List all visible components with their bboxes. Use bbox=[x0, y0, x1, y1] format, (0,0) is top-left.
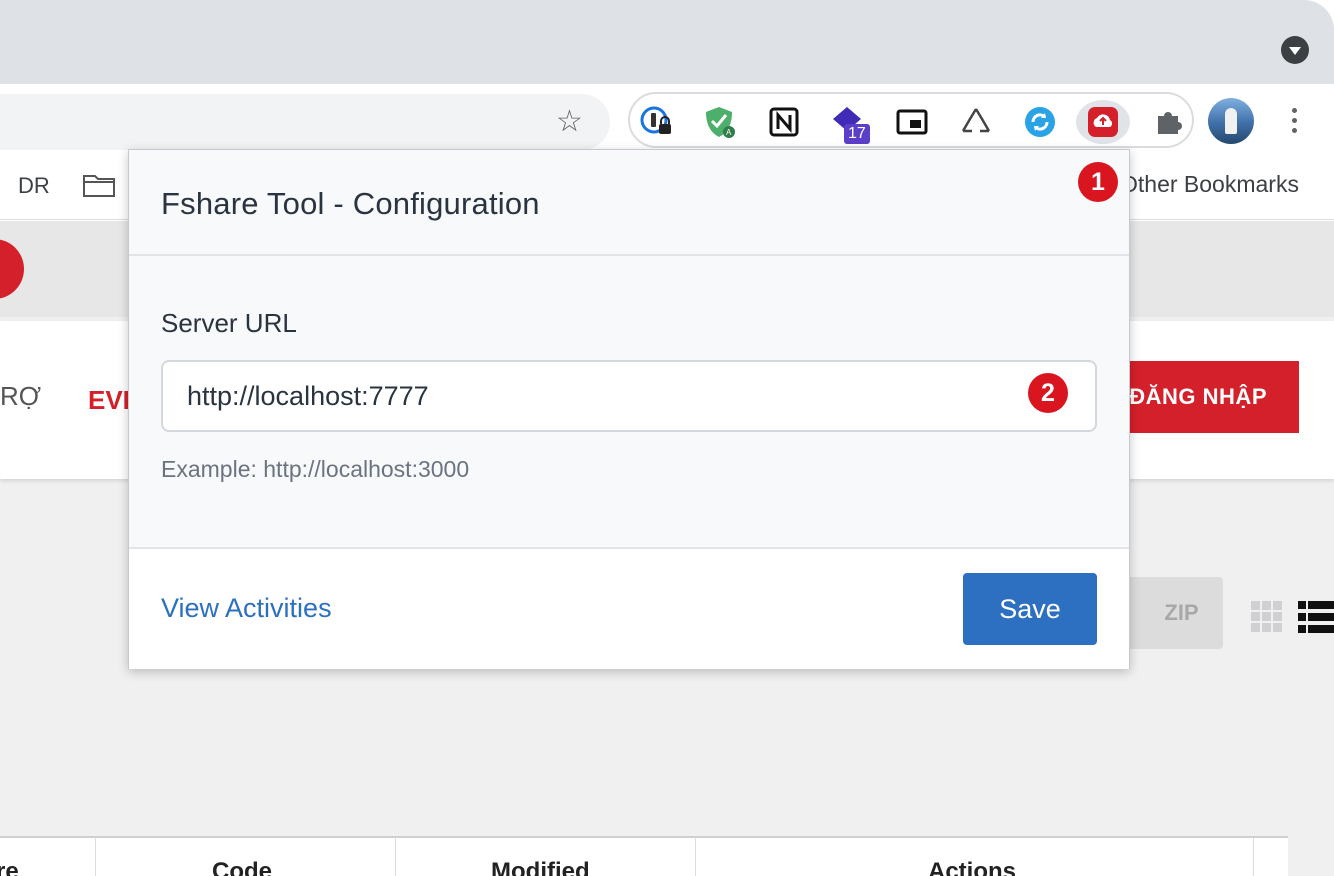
sync-icon[interactable] bbox=[1020, 102, 1060, 142]
annotation-marker-1: 1 bbox=[1078, 162, 1118, 202]
other-bookmarks[interactable]: Other Bookmarks bbox=[1120, 171, 1299, 198]
popup-title: Fshare Tool - Configuration bbox=[161, 186, 540, 221]
address-bar[interactable]: ☆ bbox=[0, 94, 610, 150]
browser-toolbar: ☆ A 17 bbox=[0, 84, 1334, 158]
server-url-help: Example: http://localhost:3000 bbox=[161, 456, 470, 482]
bookmark-dr[interactable]: DR bbox=[18, 173, 50, 199]
table-header-actions[interactable]: Actions bbox=[928, 858, 1016, 876]
table-header: re Code Modified Actions bbox=[0, 836, 1288, 876]
column-divider bbox=[95, 838, 96, 876]
bookmark-folder-icon[interactable] bbox=[82, 172, 116, 198]
fshare-config-popup: Fshare Tool - Configuration Server URL E… bbox=[128, 149, 1130, 669]
login-button[interactable]: ĐĂNG NHẬP bbox=[1110, 361, 1299, 433]
annotation-marker-2: 2 bbox=[1028, 373, 1068, 413]
browser-menu-icon[interactable] bbox=[1286, 106, 1302, 136]
column-divider bbox=[695, 838, 696, 876]
table-header-modified[interactable]: Modified bbox=[491, 858, 590, 876]
adguard-shield-icon[interactable]: A bbox=[700, 102, 740, 142]
picture-in-picture-icon[interactable] bbox=[892, 102, 932, 142]
extensions-puzzle-icon[interactable] bbox=[1148, 102, 1188, 142]
tab-strip bbox=[0, 0, 1334, 84]
bookmark-star-icon[interactable]: ☆ bbox=[556, 107, 583, 137]
promo-circle[interactable] bbox=[0, 239, 24, 299]
column-divider bbox=[1253, 838, 1254, 876]
list-view-icon[interactable] bbox=[1298, 601, 1334, 633]
extension-badge: 17 bbox=[844, 124, 870, 144]
zip-button[interactable]: ZIP bbox=[1120, 577, 1223, 649]
server-url-label: Server URL bbox=[161, 308, 297, 338]
popup-body: Server URL Example: http://localhost:300… bbox=[129, 256, 1129, 548]
purple-diamond-icon[interactable]: 17 bbox=[828, 102, 870, 144]
popup-header: Fshare Tool - Configuration bbox=[129, 150, 1129, 256]
nav-item-event[interactable]: EVI bbox=[88, 385, 130, 416]
profile-avatar[interactable] bbox=[1208, 98, 1254, 144]
popup-footer: View Activities Save bbox=[129, 547, 1129, 669]
nav-item-support[interactable]: RỢ bbox=[0, 381, 41, 412]
extensions-group: A 17 bbox=[628, 92, 1194, 148]
1password-icon[interactable] bbox=[636, 102, 676, 142]
fshare-cloud-icon[interactable] bbox=[1076, 100, 1130, 144]
column-divider bbox=[395, 838, 396, 876]
table-header-code[interactable]: Code bbox=[212, 858, 272, 876]
tab-search-icon[interactable] bbox=[1281, 36, 1309, 64]
table-header-name[interactable]: re bbox=[0, 858, 19, 876]
notion-icon[interactable] bbox=[764, 102, 804, 142]
svg-text:A: A bbox=[726, 128, 732, 137]
recycle-icon[interactable] bbox=[956, 102, 996, 142]
save-button[interactable]: Save bbox=[963, 573, 1097, 645]
server-url-input[interactable] bbox=[161, 360, 1097, 432]
grid-view-icon[interactable] bbox=[1251, 601, 1283, 633]
view-activities-link[interactable]: View Activities bbox=[161, 593, 332, 624]
